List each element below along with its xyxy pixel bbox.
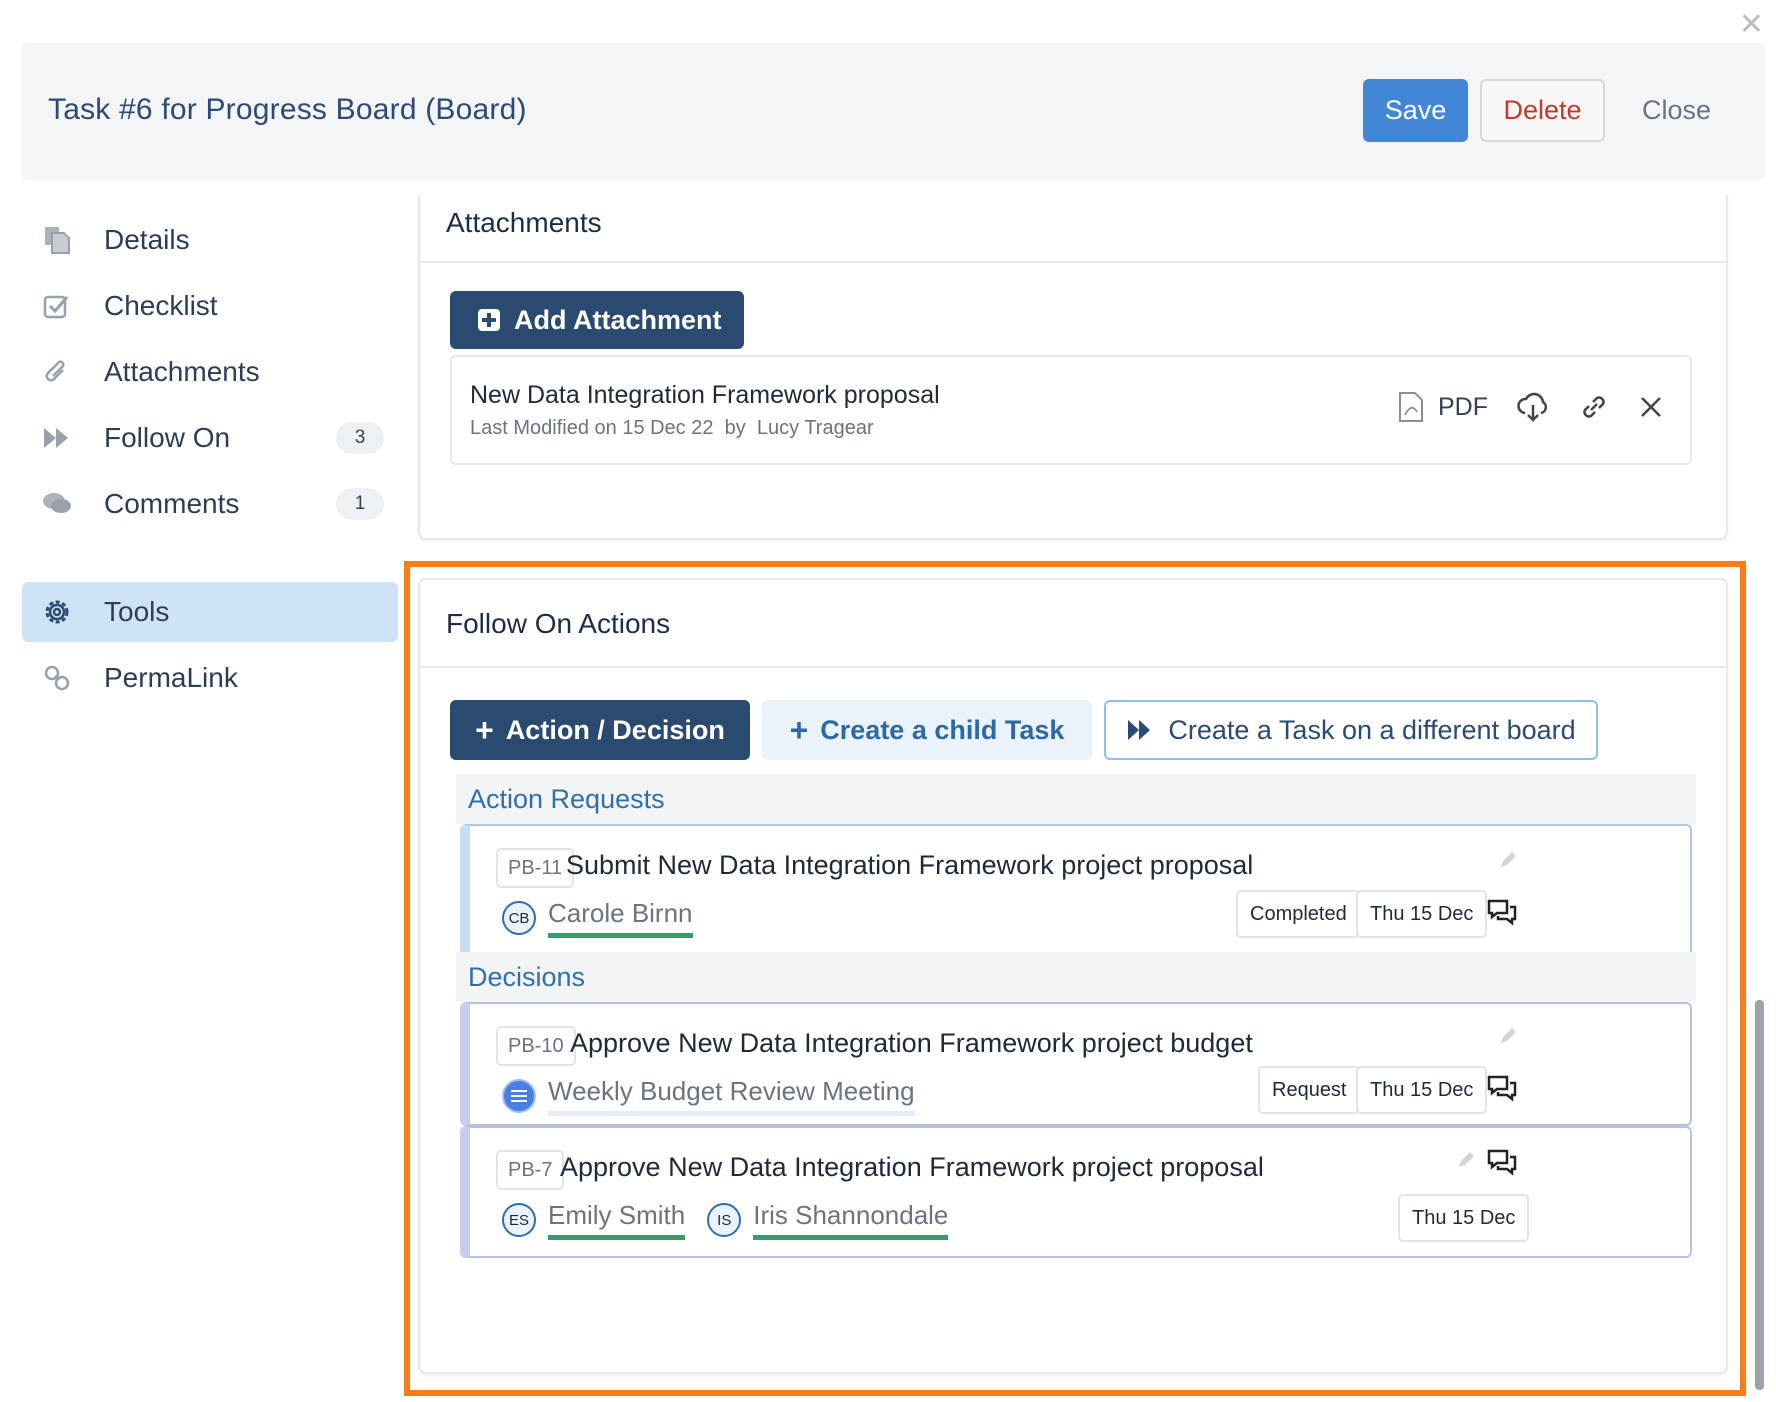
decisions-heading: Decisions xyxy=(456,952,1696,1002)
dialog-header: Task #6 for Progress Board (Board) Save … xyxy=(22,43,1764,178)
task-id: PB-11 xyxy=(496,848,575,888)
plus-icon: + xyxy=(475,711,494,748)
edit-pencil-icon[interactable] xyxy=(1498,850,1518,870)
add-attachment-button[interactable]: Add Attachment xyxy=(450,291,744,349)
download-icon[interactable] xyxy=(1516,391,1550,423)
comments-icon xyxy=(40,487,74,521)
date-badge: Thu 15 Dec xyxy=(1356,1066,1488,1114)
sidebar-item-tools[interactable]: Tools xyxy=(22,582,398,642)
sidebar-item-label: Details xyxy=(104,224,190,255)
avatar: IS xyxy=(707,1203,742,1237)
checkbox-icon xyxy=(40,289,74,323)
comments-icon[interactable] xyxy=(1486,898,1518,928)
count-badge: 3 xyxy=(336,422,384,454)
assignees: Weekly Budget Review Meeting xyxy=(502,1076,937,1116)
date-badge: Thu 15 Dec xyxy=(1398,1194,1530,1242)
sidebar-item-checklist[interactable]: Checklist xyxy=(22,276,398,336)
edit-pencil-icon[interactable] xyxy=(1498,1026,1518,1046)
task-id: PB-10 xyxy=(496,1026,576,1066)
sidebar-item-details[interactable]: Details xyxy=(22,210,398,270)
delete-button[interactable]: Delete xyxy=(1480,79,1605,142)
save-button[interactable]: Save xyxy=(1363,79,1468,142)
gear-icon xyxy=(40,595,74,629)
remove-attachment-icon[interactable] xyxy=(1638,394,1664,420)
copy-link-icon[interactable] xyxy=(1578,391,1610,423)
sidebar-item-follow-on[interactable]: Follow On 3 xyxy=(22,408,398,468)
assignee-name[interactable]: Carole Birnn xyxy=(548,898,693,938)
task-title[interactable]: Approve New Data Integration Framework p… xyxy=(570,1028,1253,1059)
create-task-different-board-button[interactable]: Create a Task on a different board xyxy=(1104,700,1598,760)
status-badge: Completed xyxy=(1236,890,1361,938)
task-card[interactable]: PB-10 Approve New Data Integration Frame… xyxy=(460,1002,1692,1126)
status-badge: Request xyxy=(1258,1066,1361,1114)
meeting-icon xyxy=(502,1079,536,1113)
count-badge: 1 xyxy=(336,488,384,520)
action-decision-button[interactable]: + Action / Decision xyxy=(450,700,750,760)
sidebar-item-label: Attachments xyxy=(104,356,260,387)
assignees: ES Emily Smith IS Iris Shannondale xyxy=(502,1200,970,1240)
attachment-meta: Last Modified on 15 Dec 22 by Lucy Trage… xyxy=(470,417,874,439)
close-button[interactable]: Close xyxy=(1614,79,1739,142)
attachment-item: New Data Integration Framework proposal … xyxy=(450,355,1692,465)
sidebar-item-label: PermaLink xyxy=(104,662,238,693)
page-title: Task #6 for Progress Board (Board) xyxy=(48,93,527,126)
sidebar-item-permalink[interactable]: PermaLink xyxy=(22,648,398,708)
close-icon[interactable]: ✕ xyxy=(1739,10,1764,40)
paperclip-icon xyxy=(40,355,74,389)
pdf-file-link[interactable]: PDF xyxy=(1398,391,1488,423)
date-badge: Thu 15 Dec xyxy=(1356,890,1488,938)
avatar: CB xyxy=(502,901,536,935)
task-title[interactable]: Approve New Data Integration Framework p… xyxy=(560,1152,1264,1183)
plus-icon: + xyxy=(789,711,809,748)
link-icon xyxy=(40,661,74,695)
sidebar-item-label: Follow On xyxy=(104,422,231,453)
pdf-icon xyxy=(1399,392,1423,422)
task-title[interactable]: Submit New Data Integration Framework pr… xyxy=(566,850,1253,881)
task-id: PB-7 xyxy=(496,1150,565,1190)
attachments-card: Attachments Add Attachment New Data Inte… xyxy=(418,195,1728,540)
meeting-name[interactable]: Weekly Budget Review Meeting xyxy=(548,1076,915,1116)
assignee-name[interactable]: Emily Smith xyxy=(548,1200,686,1240)
fast-forward-icon xyxy=(1128,720,1151,740)
sidebar-item-label: Comments xyxy=(104,488,240,519)
section-title: Attachments xyxy=(446,207,602,238)
task-card[interactable]: PB-11 Submit New Data Integration Framew… xyxy=(460,824,1692,964)
edit-pencil-icon[interactable] xyxy=(1456,1150,1476,1170)
attachment-name: New Data Integration Framework proposal xyxy=(470,381,940,409)
comments-icon[interactable] xyxy=(1486,1074,1518,1104)
fast-forward-icon xyxy=(40,421,74,455)
action-requests-heading: Action Requests xyxy=(456,774,1696,824)
sidebar-item-label: Tools xyxy=(104,596,170,627)
sidebar-item-label: Checklist xyxy=(104,290,218,321)
task-card[interactable]: PB-7 Approve New Data Integration Framew… xyxy=(460,1126,1692,1258)
scrollbar[interactable] xyxy=(1755,1000,1764,1390)
attachment-tools: PDF xyxy=(1370,391,1664,423)
documents-icon xyxy=(40,223,74,257)
avatar: ES xyxy=(502,1203,536,1237)
comments-icon[interactable] xyxy=(1486,1148,1518,1178)
sidebar-item-attachments[interactable]: Attachments xyxy=(22,342,398,402)
create-child-task-button[interactable]: + Create a child Task xyxy=(762,700,1092,760)
sidebar-item-comments[interactable]: Comments 1 xyxy=(22,474,398,534)
task-dialog: ✕ Task #6 for Progress Board (Board) Sav… xyxy=(0,0,1776,1402)
section-title: Follow On Actions xyxy=(446,608,671,639)
follow-on-card: Follow On Actions + Action / Decision + Cr… xyxy=(418,578,1728,1374)
plus-square-icon xyxy=(478,309,500,331)
sidebar: Details Checklist Attachments Follow On … xyxy=(22,210,398,714)
assignees: CB Carole Birnn xyxy=(502,898,715,938)
assignee-name[interactable]: Iris Shannondale xyxy=(753,1200,949,1240)
